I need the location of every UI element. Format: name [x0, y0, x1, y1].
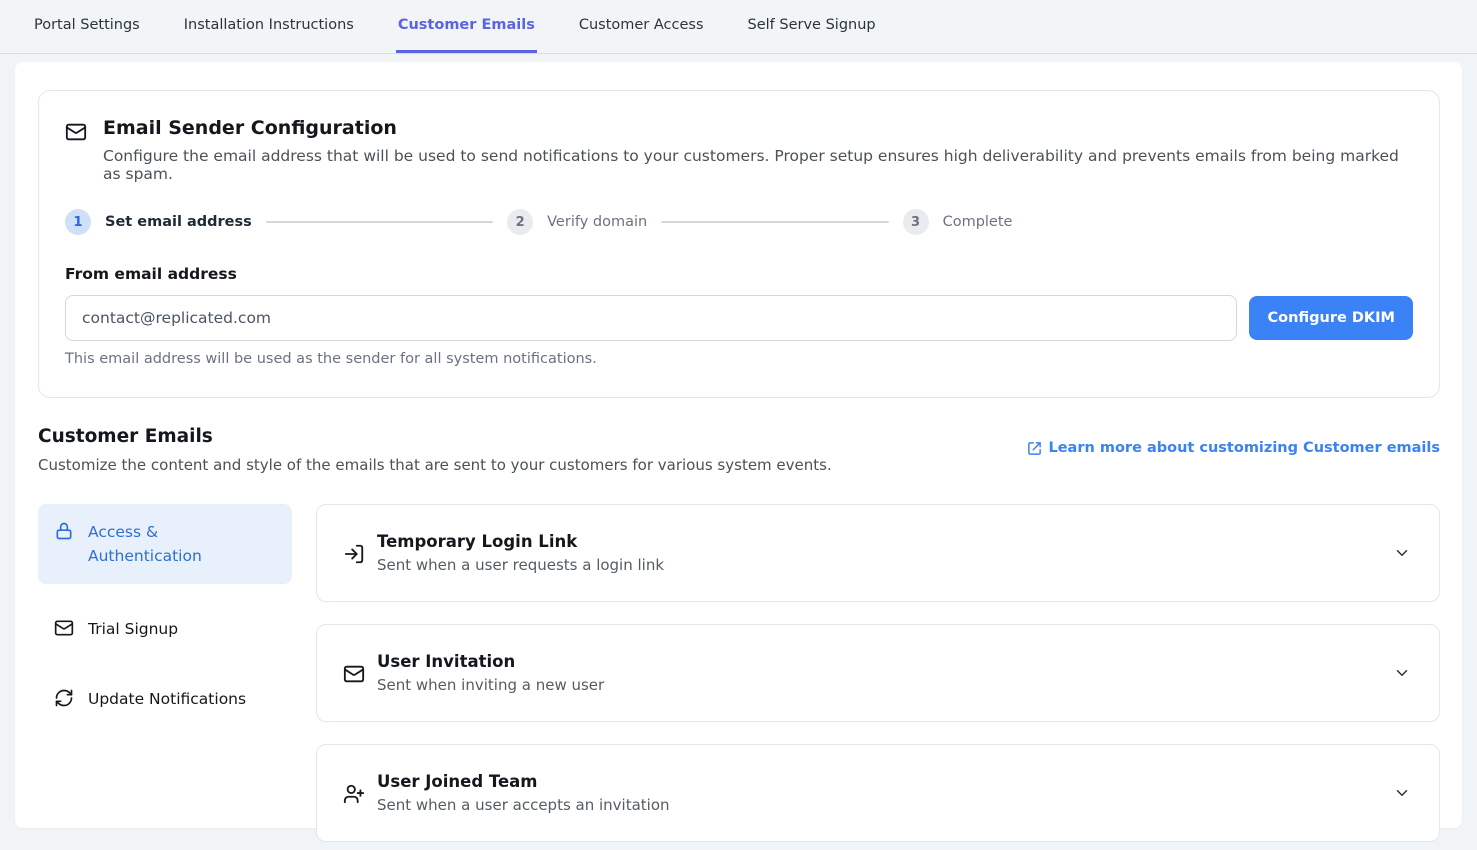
email-card-description: Sent when a user accepts an invitation [377, 796, 1381, 814]
email-category-list: Access & Authentication Trial Signup Upd… [38, 504, 292, 842]
email-template-list: Temporary Login Link Sent when a user re… [316, 504, 1440, 842]
email-card-description: Sent when a user requests a login link [377, 556, 1381, 574]
customer-emails-panel: Email Sender Configuration Configure the… [15, 62, 1462, 828]
email-helper-text: This email address will be used as the s… [65, 351, 1413, 367]
step-label: Complete [943, 214, 1013, 230]
settings-tabbar: Portal Settings Installation Instruction… [0, 0, 1477, 54]
chevron-down-icon[interactable] [1393, 784, 1411, 802]
category-label: Access & Authentication [88, 520, 276, 568]
step-label: Set email address [105, 214, 252, 230]
login-icon [343, 543, 365, 565]
step-verify-domain: 2 Verify domain [507, 209, 647, 235]
step-complete: 3 Complete [903, 209, 1013, 235]
email-card-user-joined-team[interactable]: User Joined Team Sent when a user accept… [316, 744, 1440, 842]
step-label: Verify domain [547, 214, 647, 230]
chevron-down-icon[interactable] [1393, 664, 1411, 682]
category-trial-signup[interactable]: Trial Signup [38, 604, 292, 654]
learn-more-label: Learn more about customizing Customer em… [1048, 440, 1440, 456]
email-card-temporary-login-link[interactable]: Temporary Login Link Sent when a user re… [316, 504, 1440, 602]
customer-emails-title: Customer Emails [38, 426, 832, 447]
tab-customer-access[interactable]: Customer Access [577, 0, 706, 53]
mail-icon [54, 618, 74, 638]
chevron-down-icon[interactable] [1393, 544, 1411, 562]
sender-card-title: Email Sender Configuration [103, 117, 1413, 139]
step-number: 1 [65, 209, 91, 235]
email-card-user-invitation[interactable]: User Invitation Sent when inviting a new… [316, 624, 1440, 722]
user-plus-icon [343, 783, 365, 805]
category-label: Trial Signup [88, 617, 178, 641]
step-connector [661, 221, 888, 223]
email-card-description: Sent when inviting a new user [377, 676, 1381, 694]
tab-customer-emails[interactable]: Customer Emails [396, 0, 537, 53]
email-sender-configuration-card: Email Sender Configuration Configure the… [38, 90, 1440, 398]
category-update-notifications[interactable]: Update Notifications [38, 674, 292, 724]
step-set-email-address: 1 Set email address [65, 209, 252, 235]
configure-dkim-button[interactable]: Configure DKIM [1249, 296, 1413, 340]
email-card-title: User Invitation [377, 652, 1381, 671]
mail-icon [343, 663, 365, 685]
from-email-label: From email address [65, 265, 1413, 283]
external-link-icon [1027, 441, 1042, 456]
step-number: 2 [507, 209, 533, 235]
lock-icon [54, 521, 74, 541]
email-card-title: Temporary Login Link [377, 532, 1381, 551]
tab-installation-instructions[interactable]: Installation Instructions [182, 0, 356, 53]
sender-card-description: Configure the email address that will be… [103, 147, 1413, 183]
refresh-icon [54, 688, 74, 708]
tab-portal-settings[interactable]: Portal Settings [32, 0, 142, 53]
category-access-authentication[interactable]: Access & Authentication [38, 504, 292, 584]
email-card-title: User Joined Team [377, 772, 1381, 791]
email-setup-stepper: 1 Set email address 2 Verify domain 3 Co… [65, 209, 1413, 235]
learn-more-link[interactable]: Learn more about customizing Customer em… [1027, 440, 1440, 456]
from-email-input[interactable] [65, 295, 1237, 341]
mail-icon [65, 121, 87, 183]
step-number: 3 [903, 209, 929, 235]
tab-self-serve-signup[interactable]: Self Serve Signup [746, 0, 878, 53]
step-connector [266, 221, 493, 223]
customer-emails-description: Customize the content and style of the e… [38, 456, 832, 474]
category-label: Update Notifications [88, 687, 246, 711]
